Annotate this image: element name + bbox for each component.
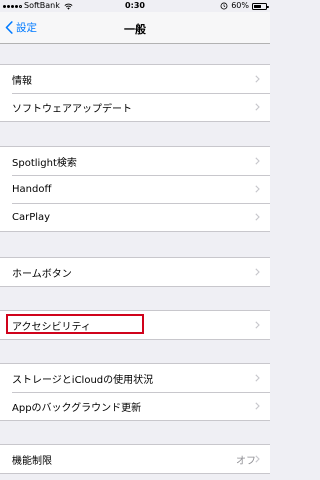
row-label: CarPlay	[12, 211, 51, 223]
row-carplay[interactable]: CarPlay	[0, 203, 270, 231]
row-label: ホームボタン	[12, 268, 72, 280]
chevron-right-icon	[255, 374, 260, 382]
row-accessibility[interactable]: アクセシビリティ	[0, 311, 270, 339]
row-label: Spotlight検索	[12, 157, 77, 169]
row-handoff[interactable]: Handoff	[0, 175, 270, 203]
chevron-right-icon	[255, 213, 260, 221]
settings-group: Spotlight検索 Handoff CarPlay	[0, 146, 270, 232]
row-restrictions[interactable]: 機能制限 オフ	[0, 445, 270, 473]
navigation-bar: 設定 一般	[0, 12, 270, 44]
status-right: 60%	[220, 0, 269, 12]
row-software-update[interactable]: ソフトウェアアップデート	[0, 93, 270, 121]
chevron-right-icon	[255, 321, 260, 329]
settings-group: 情報 ソフトウェアアップデート	[0, 64, 270, 122]
row-label: 機能制限	[12, 455, 52, 467]
row-label: ソフトウェアアップデート	[12, 103, 132, 115]
row-label: Handoff	[12, 183, 52, 195]
settings-group: アクセシビリティ	[0, 310, 270, 340]
battery-icon	[252, 2, 269, 10]
row-background-app-refresh[interactable]: Appのバックグラウンド更新	[0, 392, 270, 420]
row-info[interactable]: 情報	[0, 65, 270, 93]
row-label: アクセシビリティ	[12, 321, 91, 333]
settings-group: 機能制限 オフ	[0, 444, 270, 474]
chevron-right-icon	[255, 103, 260, 111]
alarm-clock-icon	[220, 2, 228, 10]
row-label: ストレージとiCloudの使用状況	[12, 374, 154, 386]
chevron-right-icon	[255, 268, 260, 276]
battery-percent: 60%	[231, 1, 249, 10]
battery-fill	[254, 4, 261, 8]
settings-group: ホームボタン	[0, 257, 270, 287]
row-storage-icloud[interactable]: ストレージとiCloudの使用状況	[0, 364, 270, 392]
row-spotlight-search[interactable]: Spotlight検索	[0, 147, 270, 175]
row-label: 情報	[12, 75, 32, 87]
chevron-right-icon	[255, 157, 260, 165]
row-value: オフ	[236, 455, 256, 467]
chevron-right-icon	[255, 185, 260, 193]
row-label: Appのバックグラウンド更新	[12, 402, 142, 414]
page-title: 一般	[124, 23, 146, 36]
chevron-right-icon	[255, 402, 260, 410]
settings-group: ストレージとiCloudの使用状況 Appのバックグラウンド更新	[0, 363, 270, 421]
row-home-button[interactable]: ホームボタン	[0, 258, 270, 286]
status-bar: SoftBank 0:30 60%	[0, 0, 270, 12]
chevron-right-icon	[255, 75, 260, 83]
chevron-right-icon	[255, 455, 260, 463]
